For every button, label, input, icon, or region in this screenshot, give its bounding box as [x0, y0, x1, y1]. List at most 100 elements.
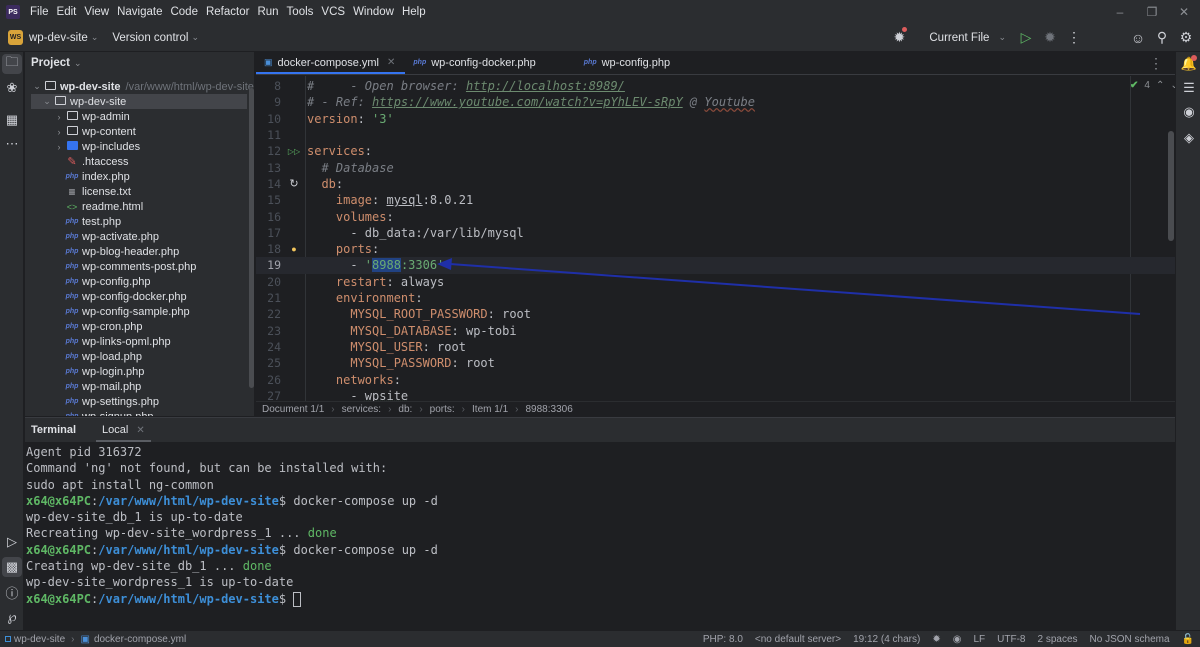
code-line[interactable]: 26 networks:	[256, 371, 1175, 387]
tree-item[interactable]: ⌄ wp-dev-site	[31, 94, 247, 109]
run-config-dropdown[interactable]: Current File	[929, 32, 989, 44]
tree-item[interactable]: php wp-blog-header.php	[25, 244, 180, 259]
inspection-widget[interactable]: ✔ 4 ⌃ ⌄	[1130, 80, 1175, 91]
more-vertical-icon[interactable]: ⋮	[1062, 29, 1086, 46]
more-icon[interactable]: ⋯	[2, 134, 22, 154]
tree-item[interactable]: php wp-config.php	[25, 274, 151, 289]
bulb-icon[interactable]: ●	[281, 244, 307, 254]
tab-terminal-local[interactable]: Local ✕	[96, 418, 151, 442]
ai-chat-icon[interactable]: ◈	[1179, 128, 1199, 148]
code-line[interactable]: 11	[256, 127, 1175, 143]
tab-wp-config-docker[interactable]: php wp-config-docker.php	[405, 51, 575, 74]
menu-help[interactable]: Help	[402, 6, 426, 18]
chevron-down-icon[interactable]: ⌄	[41, 96, 53, 107]
reload-icon[interactable]: ↻	[281, 177, 307, 190]
settings-icon[interactable]: ⚙	[1174, 29, 1198, 46]
version-control-dropdown[interactable]: Version control	[112, 32, 188, 44]
project-scrollbar[interactable]	[249, 88, 254, 388]
database-icon[interactable]: ☰	[1179, 78, 1199, 98]
structure-icon[interactable]: ▦	[2, 110, 22, 130]
editor-scrollbar[interactable]	[1168, 131, 1174, 241]
terminal-icon[interactable]: ▩	[2, 557, 22, 577]
menu-run[interactable]: Run	[257, 6, 278, 18]
breadcrumb-item[interactable]: ports:	[430, 404, 455, 415]
breadcrumb-item[interactable]: db:	[398, 404, 412, 415]
code-line[interactable]: 16 volumes:	[256, 208, 1175, 224]
code-editor[interactable]: 8 # - Open browser: http://localhost:8989…	[256, 76, 1175, 401]
search-icon[interactable]: ⚲	[1150, 29, 1174, 46]
code-line[interactable]: 22 MYSQL_ROOT_PASSWORD: root	[256, 306, 1175, 322]
tree-item[interactable]: › wp-includes	[25, 139, 141, 154]
tab-docker-compose[interactable]: ▣ docker-compose.yml ✕	[256, 51, 406, 74]
code-line[interactable]: 23 MYSQL_DATABASE: wp-tobi	[256, 323, 1175, 339]
chevron-down-icon[interactable]: ⌄	[31, 81, 43, 92]
add-user-icon[interactable]: ☺	[1126, 30, 1150, 46]
git-icon[interactable]: ℘	[2, 607, 22, 627]
json-schema[interactable]: No JSON schema	[1090, 634, 1170, 645]
code-line[interactable]: 24 MYSQL_USER: root	[256, 339, 1175, 355]
restore-icon[interactable]: ❐	[1136, 5, 1168, 19]
tree-item[interactable]: › wp-content	[25, 124, 136, 139]
php-version[interactable]: PHP: 8.0	[703, 634, 743, 645]
status-project[interactable]: wp-dev-site	[14, 634, 65, 645]
code-line[interactable]: 27 - wpsite	[256, 388, 1175, 401]
line-ending[interactable]: LF	[973, 634, 985, 645]
code-line[interactable]: 15 image: mysql:8.0.21	[256, 192, 1175, 208]
tree-item[interactable]: php wp-comments-post.php	[25, 259, 197, 274]
close-icon[interactable]: ✕	[387, 57, 395, 68]
tree-item[interactable]: php wp-load.php	[25, 349, 142, 364]
project-folder-icon[interactable]: 🗀	[2, 54, 22, 74]
tree-item[interactable]: ≡ license.txt	[25, 184, 130, 199]
chevron-right-icon[interactable]: ›	[53, 142, 65, 152]
breadcrumb-item[interactable]: services:	[342, 404, 381, 415]
run-services-icon[interactable]: ▷	[2, 532, 22, 552]
chevron-right-icon[interactable]: ›	[53, 112, 65, 122]
debug-bug-icon[interactable]: ✹	[887, 27, 911, 46]
code-line[interactable]: 12 ▷▷ services:	[256, 143, 1175, 159]
tree-item[interactable]: php index.php	[25, 169, 130, 184]
code-line[interactable]: 8 # - Open browser: http://localhost:8989…	[256, 78, 1175, 94]
caret-position[interactable]: 19:12 (4 chars)	[853, 634, 920, 645]
file-encoding[interactable]: UTF-8	[997, 634, 1025, 645]
code-line[interactable]: 9 # - Ref: https://www.youtube.com/watch?…	[256, 94, 1175, 110]
menu-file[interactable]: File	[30, 6, 49, 18]
menu-navigate[interactable]: Navigate	[117, 6, 162, 18]
tree-item[interactable]: php wp-links-opml.php	[25, 334, 171, 349]
code-line[interactable]: 13 # Database	[256, 160, 1175, 176]
problems-icon[interactable]: ⓘ	[2, 582, 22, 602]
minimize-icon[interactable]: –	[1104, 5, 1136, 19]
lock-icon[interactable]: 🔓	[1182, 634, 1194, 645]
tree-item[interactable]: php test.php	[25, 214, 122, 229]
menu-edit[interactable]: Edit	[57, 6, 77, 18]
tree-root[interactable]: ⌄ wp-dev-site /var/www/html/wp-dev-site	[31, 79, 254, 94]
default-server[interactable]: <no default server>	[755, 634, 841, 645]
tab-wp-config[interactable]: php wp-config.php	[576, 51, 680, 74]
tree-item[interactable]: <> readme.html	[25, 199, 143, 214]
more-vertical-icon[interactable]: ⋮	[1149, 55, 1163, 72]
tree-item[interactable]: php wp-activate.php	[25, 229, 159, 244]
project-panel-header[interactable]: Project ⌄	[25, 52, 254, 74]
tree-item[interactable]: php wp-config-sample.php	[25, 304, 190, 319]
code-line[interactable]: 25 MYSQL_PASSWORD: root	[256, 355, 1175, 371]
breadcrumb-item[interactable]: Document 1/1	[262, 404, 324, 415]
close-icon[interactable]: ✕	[1168, 5, 1200, 19]
code-line[interactable]: 17 - db_data:/var/lib/mysql	[256, 225, 1175, 241]
menu-refactor[interactable]: Refactor	[206, 6, 249, 18]
status-file[interactable]: docker-compose.yml	[94, 634, 186, 645]
services-icon[interactable]: ❀	[2, 78, 22, 98]
project-selector[interactable]: wp-dev-site	[29, 32, 88, 44]
debug-status-icon[interactable]: ✹	[932, 634, 940, 645]
previous-highlight-icon[interactable]: ⌃	[1156, 80, 1164, 91]
copilot-icon[interactable]: ◉	[1179, 102, 1199, 122]
tree-item[interactable]: phpwp-signup.php	[25, 409, 154, 417]
tree-item[interactable]: ✎ .htaccess	[25, 154, 128, 169]
copilot-status-icon[interactable]: ◉	[953, 634, 962, 645]
run-icon[interactable]: ▷	[1014, 29, 1038, 46]
close-icon[interactable]: ✕	[136, 425, 144, 436]
tree-item[interactable]: php wp-settings.php	[25, 394, 159, 409]
indent-setting[interactable]: 2 spaces	[1037, 634, 1077, 645]
tree-item[interactable]: php wp-login.php	[25, 364, 145, 379]
terminal-output[interactable]: Agent pid 316372 Command 'ng' not found, …	[25, 442, 1175, 607]
debug-icon[interactable]: ✹	[1038, 29, 1062, 46]
menu-view[interactable]: View	[84, 6, 109, 18]
